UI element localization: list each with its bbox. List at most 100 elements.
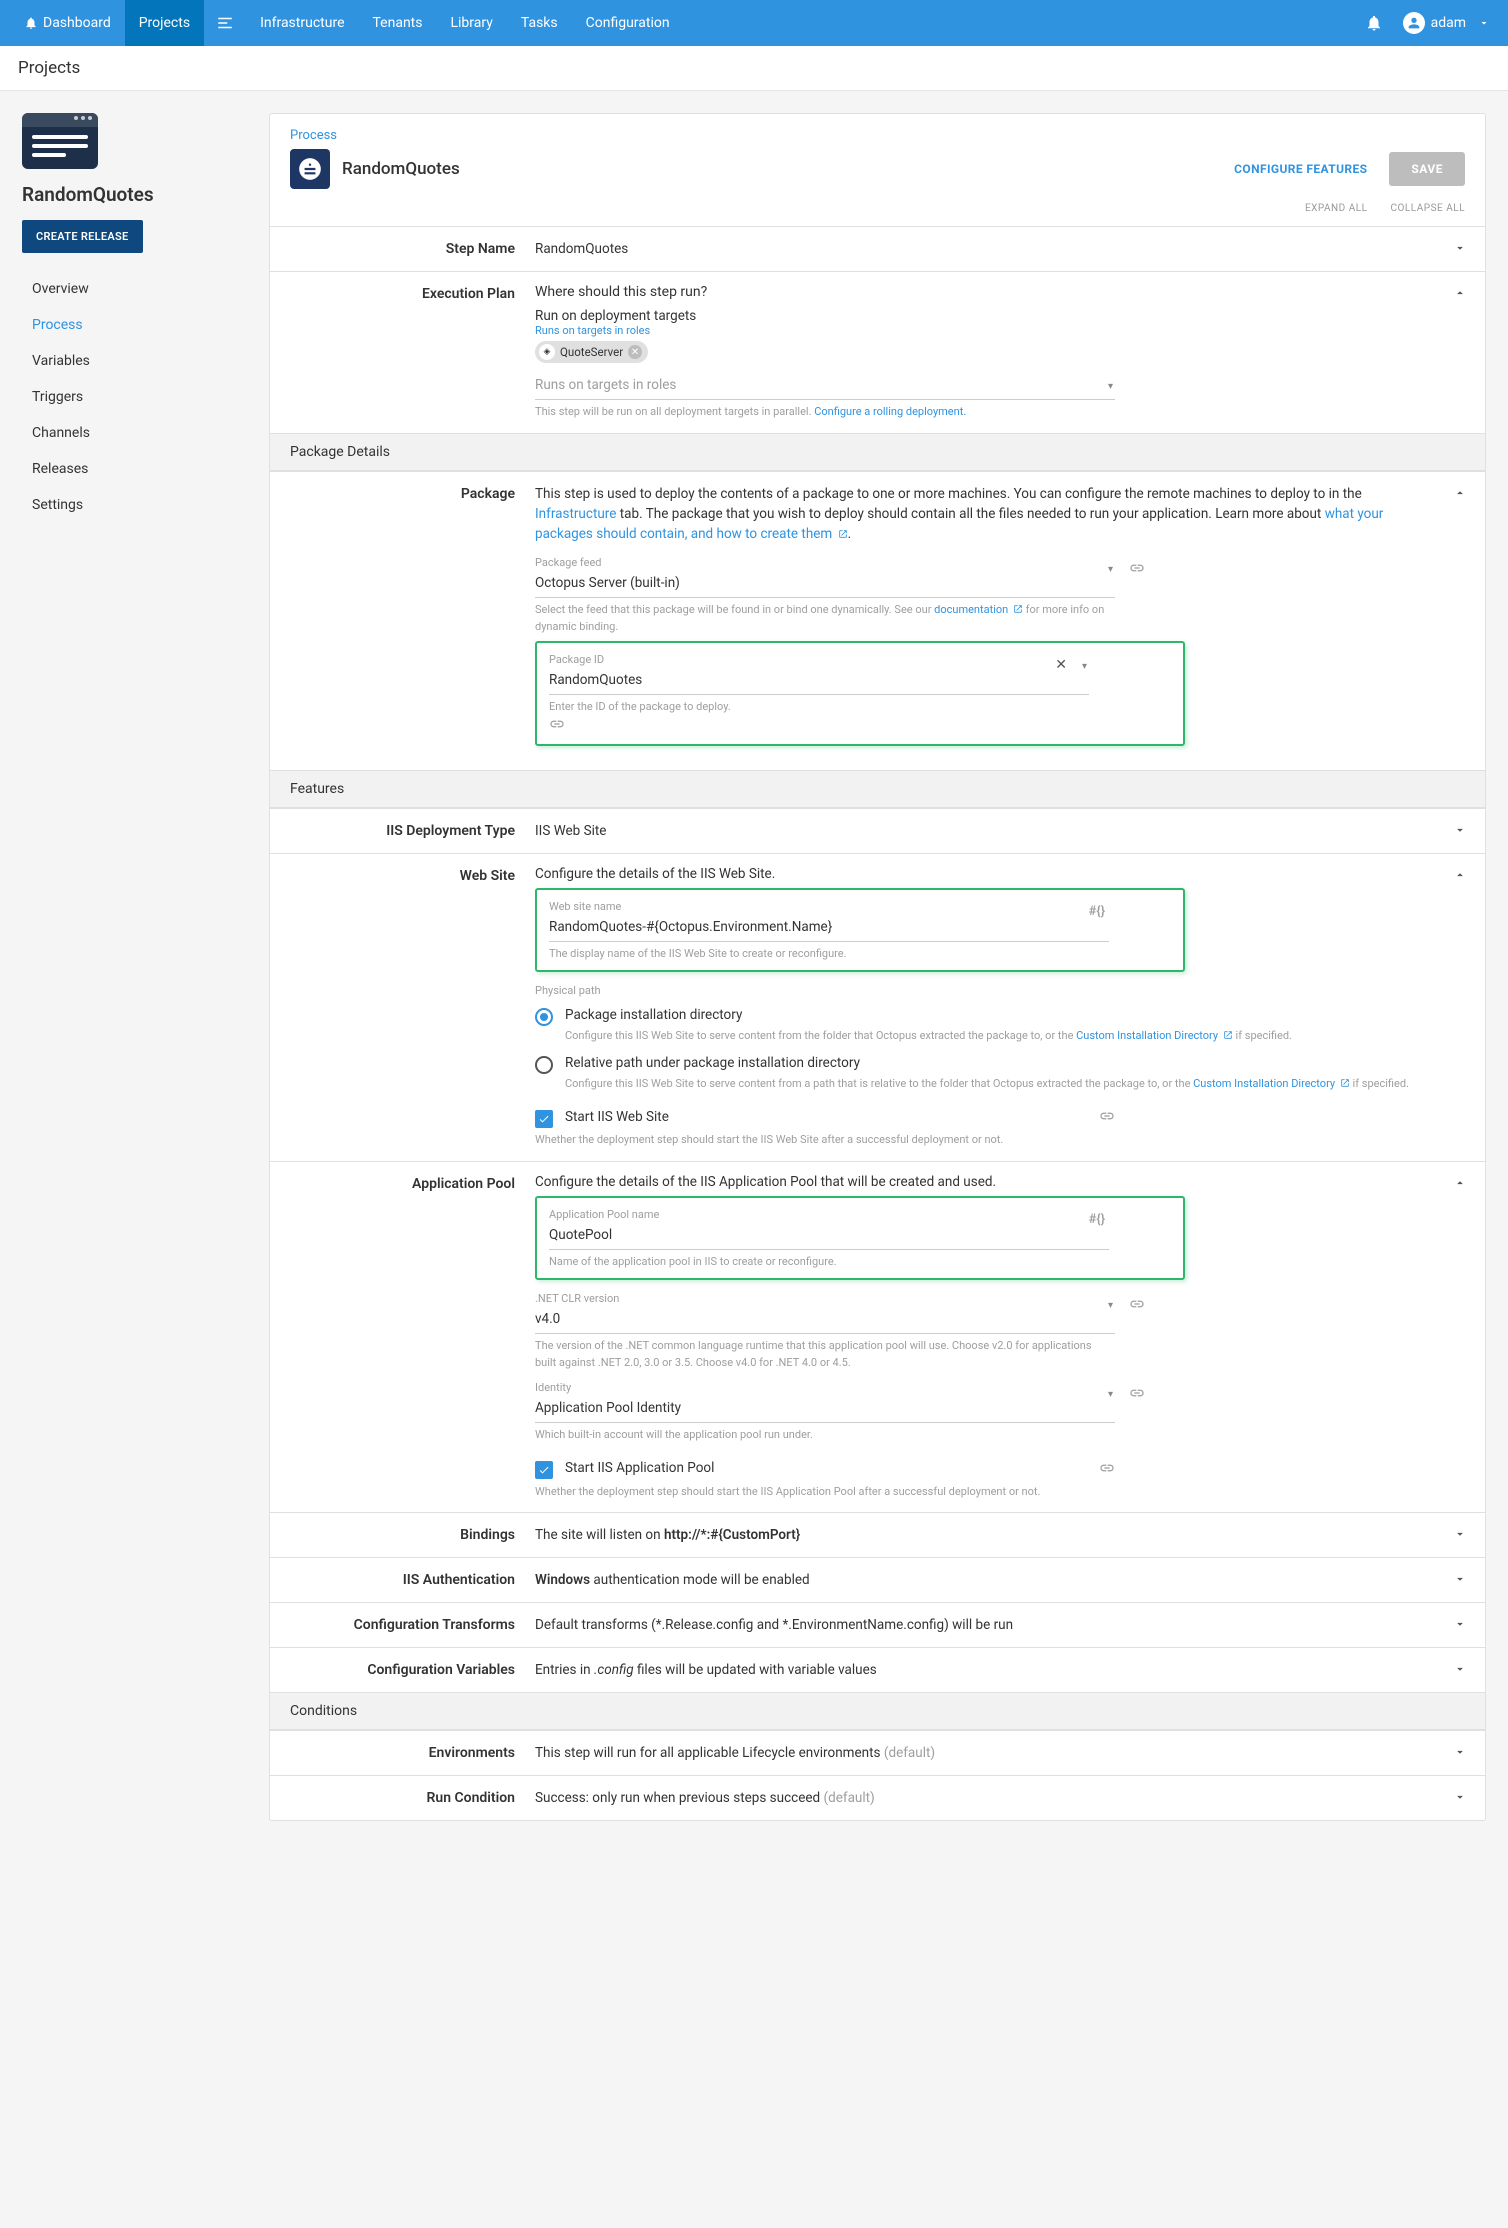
phys-path-label: Physical path xyxy=(535,984,1435,997)
expand-iis-type[interactable] xyxy=(1453,823,1467,837)
bind-variable-icon[interactable] xyxy=(1129,1296,1147,1314)
expand-runcond[interactable] xyxy=(1453,1790,1467,1804)
nav-projects-label: Projects xyxy=(139,15,190,31)
custom-install-dir-link-2[interactable]: Custom Installation Directory xyxy=(1193,1077,1350,1090)
dynamic-binding-doc-link[interactable]: documentation xyxy=(934,603,1023,616)
dropdown-caret-icon[interactable]: ▾ xyxy=(1108,381,1113,392)
checkbox-start-apppool[interactable] xyxy=(535,1461,553,1479)
step-icon xyxy=(290,149,330,189)
nav-projects[interactable]: Projects xyxy=(125,0,204,46)
expand-cfg-trans[interactable] xyxy=(1453,1617,1467,1631)
create-release-button[interactable]: CREATE RELEASE xyxy=(22,220,143,253)
sidebar-item-variables[interactable]: Variables xyxy=(22,343,247,379)
nav-tasks[interactable]: Tasks xyxy=(507,0,572,46)
bind-variable-icon[interactable] xyxy=(549,720,565,736)
expand-step-name[interactable] xyxy=(1453,241,1467,255)
rolling-deploy-link[interactable]: Configure a rolling deployment. xyxy=(814,405,966,418)
default-tag: (default) xyxy=(884,1745,935,1761)
bind-variable-icon[interactable] xyxy=(1099,1460,1115,1480)
apppool-name-label: Application Pool name xyxy=(549,1208,1109,1221)
default-tag: (default) xyxy=(823,1790,874,1806)
clr-dropdown-icon[interactable]: ▾ xyxy=(1108,1300,1113,1311)
step-name-label: Step Name xyxy=(270,227,535,271)
conditions-header: Conditions xyxy=(270,1692,1485,1730)
package-id-dropdown-icon[interactable]: ▾ xyxy=(1082,661,1087,672)
expand-env[interactable] xyxy=(1453,1745,1467,1759)
website-name-input[interactable] xyxy=(549,915,1109,942)
start-apppool-label: Start IIS Application Pool xyxy=(565,1460,714,1476)
cfg-trans-label: Configuration Transforms xyxy=(270,1603,535,1647)
feed-input[interactable] xyxy=(535,571,1115,598)
collapse-package[interactable] xyxy=(1453,486,1467,500)
apppool-desc: Configure the details of the IIS Applica… xyxy=(535,1174,1435,1190)
package-details-header: Package Details xyxy=(270,433,1485,471)
external-link-icon xyxy=(1013,603,1023,613)
sidebar-item-overview[interactable]: Overview xyxy=(22,271,247,307)
main-panel: Process RandomQuotes CONFIGURE FEATURES … xyxy=(269,113,1486,1821)
clr-input[interactable] xyxy=(535,1307,1115,1334)
save-button[interactable]: SAVE xyxy=(1389,152,1465,186)
collapse-apppool[interactable] xyxy=(1453,1176,1467,1190)
avatar-icon xyxy=(1403,12,1425,34)
external-link-icon xyxy=(1340,1077,1350,1087)
radio-relative-path[interactable] xyxy=(535,1056,553,1074)
website-name-label: Web site name xyxy=(549,900,1109,913)
bind-variable-icon[interactable] xyxy=(1129,1385,1147,1403)
variable-token-icon[interactable]: #{} xyxy=(1089,1212,1105,1227)
start-apppool-help: Whether the deployment step should start… xyxy=(535,1484,1435,1501)
nav-search-icon[interactable] xyxy=(204,0,246,46)
identity-input[interactable] xyxy=(535,1396,1115,1423)
package-id-label: Package ID xyxy=(549,653,1089,666)
page-title: Projects xyxy=(0,46,1508,91)
features-header: Features xyxy=(270,770,1485,808)
nav-tenants[interactable]: Tenants xyxy=(359,0,437,46)
variable-token-icon[interactable]: #{} xyxy=(1089,904,1105,919)
exec-plan-label: Execution Plan xyxy=(270,272,535,433)
sidebar: RandomQuotes CREATE RELEASE Overview Pro… xyxy=(22,113,247,523)
step-name-value: RandomQuotes xyxy=(535,227,1485,271)
apppool-name-input[interactable] xyxy=(549,1223,1109,1250)
infra-link[interactable]: Infrastructure xyxy=(535,506,616,522)
configure-features-button[interactable]: CONFIGURE FEATURES xyxy=(1224,154,1377,184)
expand-all[interactable]: EXPAND ALL xyxy=(1305,203,1368,214)
expand-iis-auth[interactable] xyxy=(1453,1572,1467,1586)
iis-type-value: IIS Web Site xyxy=(535,809,1485,853)
breadcrumb[interactable]: Process xyxy=(290,128,1465,143)
exec-plan-help: This step will be run on all deployment … xyxy=(535,405,812,418)
checkbox-start-website[interactable] xyxy=(535,1110,553,1128)
project-title: RandomQuotes xyxy=(22,183,247,206)
sidebar-item-triggers[interactable]: Triggers xyxy=(22,379,247,415)
step-title: RandomQuotes xyxy=(342,159,460,179)
sidebar-item-channels[interactable]: Channels xyxy=(22,415,247,451)
expand-bindings[interactable] xyxy=(1453,1527,1467,1541)
feed-dropdown-icon[interactable]: ▾ xyxy=(1108,564,1113,575)
runcond-value: Success: only run when previous steps su… xyxy=(535,1790,823,1806)
collapse-exec-plan[interactable] xyxy=(1453,286,1467,300)
radio-pkg-dir[interactable] xyxy=(535,1008,553,1026)
nav-configuration[interactable]: Configuration xyxy=(572,0,684,46)
apppool-name-help: Name of the application pool in IIS to c… xyxy=(549,1254,1171,1271)
chevron-down-icon xyxy=(1478,17,1490,29)
user-menu[interactable]: adam xyxy=(1395,12,1498,34)
package-id-input[interactable] xyxy=(549,668,1089,695)
roles-input[interactable] xyxy=(535,373,1115,400)
sidebar-item-releases[interactable]: Releases xyxy=(22,451,247,487)
bind-variable-icon[interactable] xyxy=(1099,1108,1115,1128)
sidebar-item-settings[interactable]: Settings xyxy=(22,487,247,523)
website-label: Web Site xyxy=(270,854,535,1161)
collapse-website[interactable] xyxy=(1453,868,1467,882)
identity-dropdown-icon[interactable]: ▾ xyxy=(1108,1389,1113,1400)
bind-variable-icon[interactable] xyxy=(1129,560,1147,578)
start-website-label: Start IIS Web Site xyxy=(565,1109,669,1125)
exec-plan-roles-link[interactable]: Runs on targets in roles xyxy=(535,324,1435,337)
chip-remove-icon[interactable]: ✕ xyxy=(628,345,642,359)
clear-icon[interactable]: ✕ xyxy=(1055,657,1067,673)
notifications-icon[interactable] xyxy=(1353,0,1395,46)
expand-cfg-vars[interactable] xyxy=(1453,1662,1467,1676)
custom-install-dir-link[interactable]: Custom Installation Directory xyxy=(1076,1029,1233,1042)
collapse-all[interactable]: COLLAPSE ALL xyxy=(1391,203,1465,214)
nav-dashboard[interactable]: Dashboard xyxy=(10,0,125,46)
nav-library[interactable]: Library xyxy=(436,0,506,46)
sidebar-item-process[interactable]: Process xyxy=(22,307,247,343)
nav-infrastructure[interactable]: Infrastructure xyxy=(246,0,358,46)
